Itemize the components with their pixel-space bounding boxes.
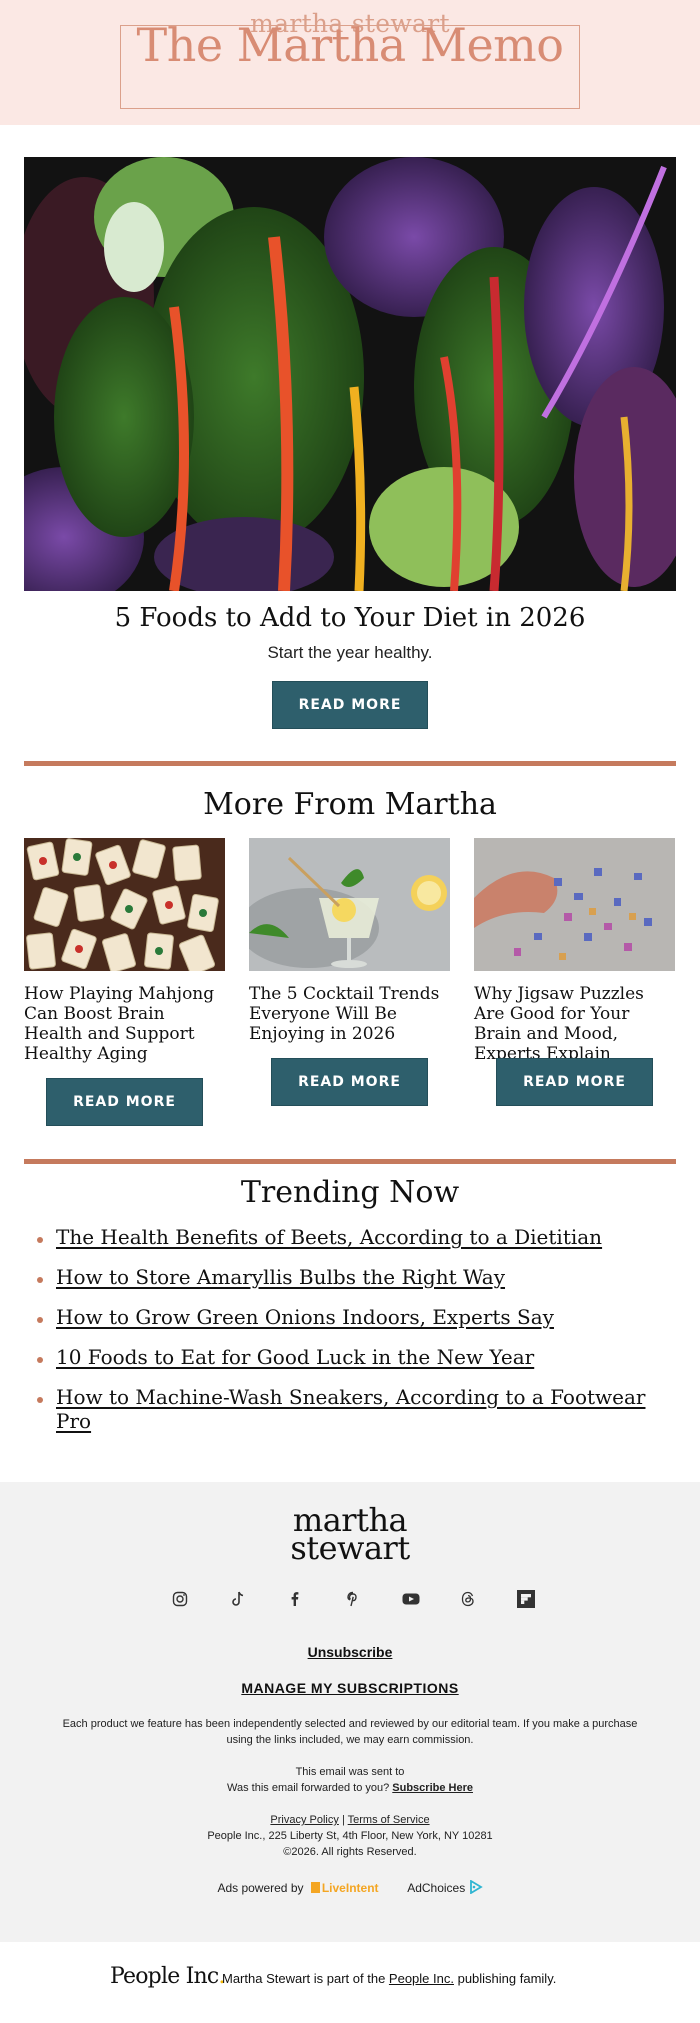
people-inc-logo[interactable]: People Inc. [110, 1964, 225, 1989]
card-read-more-button-mahjong[interactable]: READ MORE [46, 1078, 203, 1126]
liveintent-icon [310, 1882, 320, 1893]
threads-icon[interactable] [456, 1587, 480, 1611]
copyright: ©2026. All rights Reserved. [283, 1846, 417, 1858]
trending-link[interactable]: How to Machine-Wash Sneakers, According … [56, 1385, 645, 1433]
ads-powered-text: Ads powered by [217, 1881, 304, 1895]
flipboard-icon[interactable] [514, 1587, 538, 1611]
trending-link[interactable]: 10 Foods to Eat for Good Luck in the New… [56, 1345, 534, 1369]
social-icons [168, 1587, 538, 1611]
list-item: How to Grow Green Onions Indoors, Expert… [32, 1305, 672, 1345]
trending-heading: Trending Now [240, 1175, 460, 1210]
privacy-policy-link[interactable]: Privacy Policy [270, 1814, 338, 1826]
bullet-icon [37, 1277, 43, 1283]
footer: martha stewart Unsubscribe MANAGE MY SUB… [0, 1482, 700, 1942]
hero-read-more-button[interactable]: READ MORE [272, 681, 428, 729]
card-read-more-button-jigsaw[interactable]: READ MORE [496, 1058, 653, 1106]
trending-link[interactable]: How to Store Amaryllis Bulbs the Right W… [56, 1265, 505, 1289]
sent-to-text: This email was sent to [295, 1766, 405, 1778]
card-title-jigsaw[interactable]: Why Jigsaw Puzzles Are Good for Your Bra… [474, 984, 675, 1064]
manage-subscriptions-link[interactable]: MANAGE MY SUBSCRIPTIONS [0, 1680, 700, 1696]
section-divider [24, 1159, 676, 1164]
adchoices-icon [469, 1879, 483, 1895]
bullet-icon [37, 1237, 43, 1243]
mahjong-image[interactable] [24, 838, 225, 971]
forwarded-line: Was this email forwarded to you? Subscri… [50, 1780, 650, 1796]
cocktail-image[interactable] [249, 838, 450, 971]
unsubscribe-link[interactable]: Unsubscribe [0, 1644, 700, 1660]
forwarded-text: Was this email forwarded to you? [227, 1782, 390, 1794]
bullet-icon [37, 1357, 43, 1363]
trending-link[interactable]: How to Grow Green Onions Indoors, Expert… [56, 1305, 554, 1329]
facebook-icon[interactable] [283, 1587, 307, 1611]
instagram-icon[interactable] [168, 1587, 192, 1611]
adchoices-label: AdChoices [407, 1881, 466, 1895]
card-read-more-button-cocktail[interactable]: READ MORE [271, 1058, 428, 1106]
family-text-post: publishing family. [457, 1971, 557, 1986]
trending-link[interactable]: The Health Benefits of Beets, According … [56, 1225, 602, 1249]
bullet-icon [37, 1317, 43, 1323]
company-address: People Inc., 225 Liberty St, 4th Floor, … [207, 1830, 493, 1842]
adchoices-link[interactable]: AdChoices [407, 1879, 483, 1895]
section-divider [24, 761, 676, 766]
people-inc-logo-text: People Inc [110, 1964, 219, 1989]
hero-subtitle: Start the year healthy. [267, 643, 433, 662]
card-title-mahjong[interactable]: How Playing Mahjong Can Boost Brain Heal… [24, 984, 225, 1064]
newsletter-header: martha stewart The Martha Memo [0, 0, 700, 125]
footer-logo-line: stewart [290, 1529, 410, 1567]
email-page: martha stewart The Martha Memo 5 Foods t… [0, 0, 700, 2023]
editorial-disclosure: Each product we feature has been indepen… [62, 1718, 638, 1746]
more-section-heading: More From Martha [203, 787, 497, 822]
legal-links: Privacy Policy | Terms of Service [50, 1812, 650, 1828]
trending-list: The Health Benefits of Beets, According … [32, 1225, 672, 1433]
list-item: 10 Foods to Eat for Good Luck in the New… [32, 1345, 672, 1385]
liveintent-logo[interactable]: LiveIntent [307, 1881, 379, 1895]
card-title-cocktail[interactable]: The 5 Cocktail Trends Everyone Will Be E… [249, 984, 450, 1044]
list-item: The Health Benefits of Beets, According … [32, 1225, 672, 1265]
newsletter-title: The Martha Memo [136, 18, 564, 72]
family-text-pre: Martha Stewart is part of the [222, 1971, 386, 1986]
subscribe-here-link[interactable]: Subscribe Here [392, 1782, 473, 1794]
youtube-icon[interactable] [399, 1587, 423, 1611]
people-inc-link[interactable]: People Inc. [389, 1971, 454, 1986]
hero-title[interactable]: 5 Foods to Add to Your Diet in 2026 [0, 603, 700, 633]
publisher-bar: People Inc. Martha Stewart is part of th… [0, 1942, 700, 2023]
list-item: How to Store Amaryllis Bulbs the Right W… [32, 1265, 672, 1305]
pinterest-icon[interactable] [341, 1587, 365, 1611]
publishing-family-text: Martha Stewart is part of the People Inc… [222, 1971, 556, 1986]
footer-logo[interactable]: martha stewart [0, 1504, 700, 1567]
terms-of-service-link[interactable]: Terms of Service [348, 1814, 430, 1826]
legal-separator: | [341, 1814, 345, 1826]
jigsaw-puzzle-image[interactable] [474, 838, 675, 971]
tiktok-icon[interactable] [226, 1587, 250, 1611]
liveintent-label: LiveIntent [321, 1881, 379, 1895]
ads-row: Ads powered by LiveIntent AdChoices [50, 1879, 650, 1896]
hero-image[interactable] [24, 157, 676, 591]
list-item: How to Machine-Wash Sneakers, According … [32, 1385, 672, 1433]
bullet-icon [37, 1397, 43, 1403]
